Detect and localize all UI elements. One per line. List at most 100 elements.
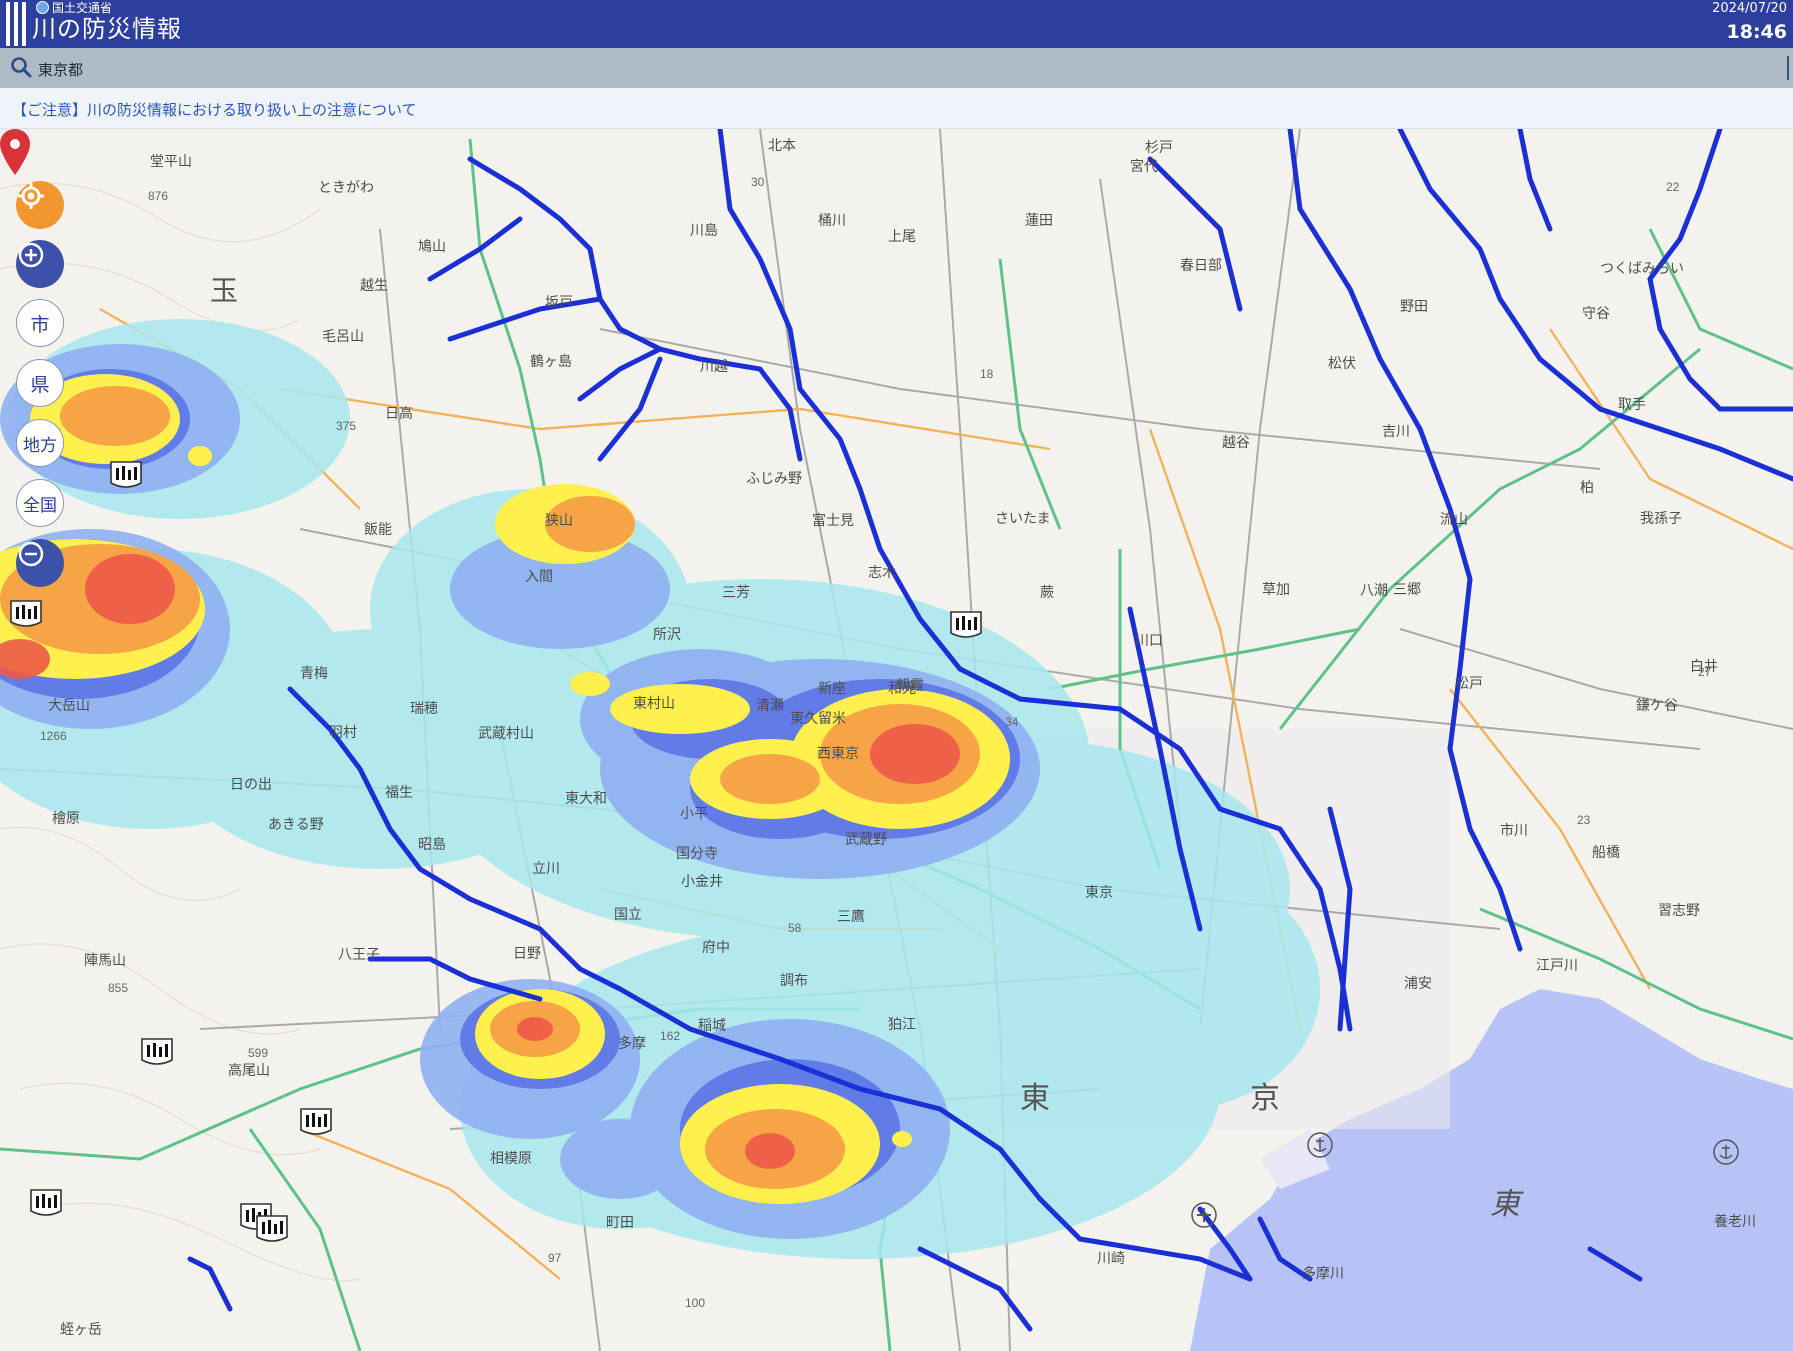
prefecture-scale-button[interactable]: 県 bbox=[16, 359, 64, 407]
place-label: 蛭ヶ岳 bbox=[60, 1321, 102, 1337]
place-label: 杉戸 bbox=[1145, 139, 1173, 155]
place-label: 春日部 bbox=[1180, 257, 1222, 273]
place-label: 東村山 bbox=[633, 695, 675, 711]
place-label: 瑞穂 bbox=[410, 700, 438, 716]
place-label: 蓮田 bbox=[1025, 212, 1053, 228]
place-label: 習志野 bbox=[1658, 902, 1700, 918]
place-label: 新座 bbox=[818, 680, 846, 696]
place-label: 日高 bbox=[385, 405, 413, 421]
place-label: 昭島 bbox=[418, 836, 446, 852]
current-date: 2024/07/20 bbox=[1712, 1, 1787, 16]
place-label: 三鷹 bbox=[837, 908, 865, 924]
water-level-gauge-icon[interactable] bbox=[139, 1038, 175, 1068]
place-label: 八潮 bbox=[1360, 582, 1388, 598]
place-label: 和光 bbox=[888, 680, 916, 696]
search-panel-edge[interactable] bbox=[1787, 56, 1793, 80]
search-icon[interactable] bbox=[10, 56, 32, 82]
place-label: 川口 bbox=[1135, 632, 1163, 648]
place-label: 狭山 bbox=[545, 512, 573, 528]
place-label: 東久留米 bbox=[790, 710, 846, 726]
place-label: 毛呂山 bbox=[322, 328, 364, 344]
place-label: 稲城 bbox=[698, 1017, 726, 1033]
water-level-gauge-icon[interactable] bbox=[28, 1189, 64, 1219]
zoom-out-button[interactable] bbox=[16, 539, 64, 587]
map-pin-icon[interactable] bbox=[0, 129, 30, 175]
place-label: 武蔵村山 bbox=[478, 725, 534, 741]
place-label: 養老川 bbox=[1714, 1213, 1756, 1229]
elevation-label: 162 bbox=[660, 1029, 680, 1043]
place-label: 守谷 bbox=[1582, 305, 1610, 321]
elevation-label: 27 bbox=[1698, 665, 1712, 679]
place-label: 蕨 bbox=[1040, 584, 1054, 600]
place-label: 越谷 bbox=[1222, 434, 1250, 450]
place-label: 小平 bbox=[680, 805, 708, 821]
region-label: 京 bbox=[1250, 1081, 1280, 1116]
place-label: 桶川 bbox=[818, 212, 846, 228]
map-view[interactable]: 北本 川島 桶川 上尾 蓮田 杉戸 宮代 春日部 野田 守谷 つくばみらい ときがわ 鳩山 越生 坂戸 毛呂山… bbox=[0, 129, 1793, 1351]
map-canvas[interactable]: 北本川島 桶川上尾 蓮田 杉戸宮代春日部野田 守谷 つくばみらい ときがわ鳩山越生坂戸毛呂山… bbox=[0, 129, 1793, 1351]
place-label: ふじみ野 bbox=[746, 470, 802, 486]
place-label: 入間 bbox=[525, 568, 553, 584]
place-label: 松戸 bbox=[1455, 675, 1483, 691]
elevation-label: 1266 bbox=[40, 729, 67, 743]
place-label: 町田 bbox=[606, 1214, 634, 1230]
place-label: 陣馬山 bbox=[84, 952, 126, 968]
water-level-gauge-icon[interactable] bbox=[254, 1215, 290, 1245]
elevation-label: 22 bbox=[1666, 180, 1680, 194]
current-time: 18:46 bbox=[1726, 21, 1787, 43]
water-level-gauge-icon[interactable] bbox=[298, 1108, 334, 1138]
region-scale-button[interactable]: 地方 bbox=[16, 419, 64, 467]
place-label: 坂戸 bbox=[545, 294, 573, 310]
place-label: 小金井 bbox=[681, 873, 723, 889]
place-label: 狛江 bbox=[888, 1016, 916, 1032]
place-label: つくばみらい bbox=[1600, 260, 1684, 276]
elevation-label: 100 bbox=[685, 1296, 705, 1310]
place-label: 青梅 bbox=[300, 665, 328, 681]
place-label: 堂平山 bbox=[150, 153, 192, 169]
region-label: 東 bbox=[1490, 1187, 1520, 1222]
elevation-label: 599 bbox=[248, 1046, 268, 1060]
search-bar[interactable]: 東京都 bbox=[0, 48, 1793, 88]
place-label: 鶴ヶ島 bbox=[530, 353, 572, 369]
place-label: 草加 bbox=[1262, 581, 1290, 597]
place-label: 越生 bbox=[360, 277, 388, 293]
zoom-in-icon bbox=[18, 242, 44, 268]
place-label: 川崎 bbox=[1097, 1250, 1125, 1266]
place-label: 所沢 bbox=[653, 626, 681, 642]
place-label: 上尾 bbox=[888, 228, 916, 244]
place-label: 日の出 bbox=[230, 776, 272, 792]
app-title[interactable]: 川の防災情報 bbox=[32, 14, 182, 44]
water-level-gauge-icon[interactable] bbox=[948, 611, 984, 641]
zoom-out-icon bbox=[18, 541, 44, 567]
water-level-gauge-icon[interactable] bbox=[8, 600, 44, 630]
place-label: 檜原 bbox=[52, 810, 80, 826]
place-label: 東大和 bbox=[565, 790, 607, 806]
elevation-label: 34 bbox=[1005, 715, 1019, 729]
zoom-in-button[interactable] bbox=[16, 240, 64, 288]
elevation-label: 375 bbox=[336, 419, 356, 433]
place-label: 川越 bbox=[700, 358, 728, 374]
place-label: 三芳 bbox=[722, 584, 750, 600]
locate-button[interactable] bbox=[16, 181, 64, 229]
place-label: 志木 bbox=[868, 564, 896, 580]
place-label: 高尾山 bbox=[228, 1062, 270, 1078]
place-label: 飯能 bbox=[364, 521, 392, 537]
place-label: 多摩川 bbox=[1302, 1265, 1344, 1281]
place-label: 北本 bbox=[768, 137, 796, 153]
place-label: ときがわ bbox=[318, 179, 374, 195]
place-label: 八王子 bbox=[338, 946, 380, 962]
place-label: 武蔵野 bbox=[845, 831, 887, 847]
place-label: 野田 bbox=[1400, 298, 1428, 314]
water-level-gauge-icon[interactable] bbox=[108, 461, 144, 491]
nation-scale-button[interactable]: 全国 bbox=[16, 479, 64, 527]
notice-link[interactable]: 【ご注意】川の防災情報における取り扱い上の注意について bbox=[12, 99, 417, 120]
notice-bar: 【ご注意】川の防災情報における取り扱い上の注意について bbox=[0, 88, 1793, 129]
place-label: 国立 bbox=[614, 906, 642, 922]
place-label: 西東京 bbox=[817, 745, 859, 761]
city-scale-button[interactable]: 市 bbox=[16, 299, 64, 347]
place-label: 江戸川 bbox=[1536, 957, 1578, 973]
region-label: 東 bbox=[1020, 1081, 1050, 1116]
place-label: 福生 bbox=[385, 784, 413, 800]
search-input[interactable]: 東京都 bbox=[38, 59, 83, 80]
place-label: 立川 bbox=[532, 860, 560, 876]
